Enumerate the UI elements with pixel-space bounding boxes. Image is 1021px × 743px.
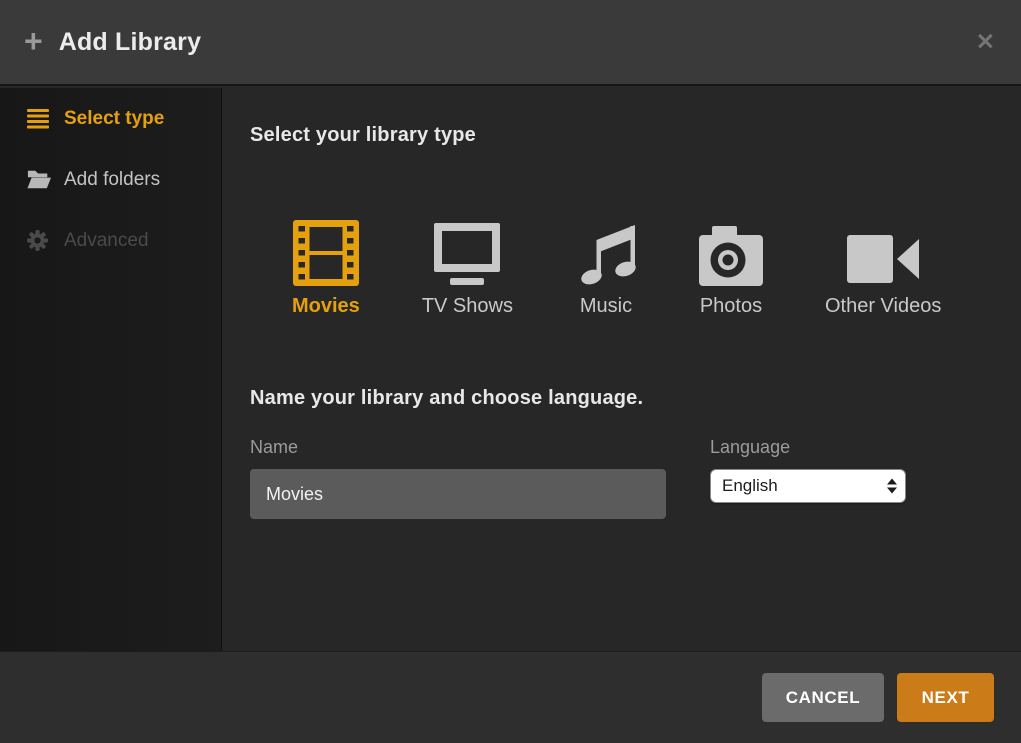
- dialog-footer: CANCEL NEXT: [0, 651, 1021, 743]
- library-type-other-videos[interactable]: Other Videos: [825, 218, 941, 318]
- library-type-movies[interactable]: Movies: [292, 218, 360, 318]
- library-type-music[interactable]: Music: [575, 218, 637, 318]
- cancel-button[interactable]: CANCEL: [762, 673, 884, 722]
- library-type-label: Music: [580, 295, 632, 318]
- library-type-label: Other Videos: [825, 295, 941, 318]
- language-select-wrap: English: [710, 469, 906, 503]
- library-type-photos[interactable]: Photos: [699, 218, 763, 318]
- music-note-icon: [575, 218, 637, 286]
- library-type-label: Photos: [700, 295, 762, 318]
- sidebar-item-add-folders[interactable]: Add folders: [0, 149, 221, 210]
- film-icon: [293, 218, 359, 286]
- library-type-heading: Select your library type: [250, 124, 991, 147]
- fields-row: Name Language English: [250, 437, 991, 519]
- name-language-heading: Name your library and choose language.: [250, 387, 991, 410]
- language-select[interactable]: English: [710, 469, 906, 503]
- library-type-tv-shows[interactable]: TV Shows: [422, 218, 513, 318]
- library-type-label: TV Shows: [422, 295, 513, 318]
- sidebar-item-label: Advanced: [64, 230, 149, 252]
- language-field-group: Language English: [710, 437, 906, 519]
- sidebar-item-select-type[interactable]: Select type: [0, 88, 221, 149]
- dialog-header: + Add Library ✕: [0, 0, 1021, 86]
- video-camera-icon: [847, 218, 919, 286]
- plus-icon: +: [24, 25, 43, 57]
- next-button[interactable]: NEXT: [897, 673, 994, 722]
- main-content: Select your library type: [222, 88, 1021, 651]
- dialog-title: Add Library: [59, 28, 202, 57]
- tv-icon: [431, 218, 503, 286]
- folder-icon: [27, 169, 51, 191]
- library-type-row: Movies TV Shows: [292, 218, 991, 318]
- list-icon: [27, 108, 51, 130]
- sidebar-item-label: Select type: [64, 108, 164, 130]
- sidebar-item-label: Add folders: [64, 169, 160, 191]
- library-type-label: Movies: [292, 295, 360, 318]
- language-label: Language: [710, 437, 906, 458]
- name-input[interactable]: [250, 469, 666, 519]
- gear-icon: [27, 230, 51, 252]
- sidebar: Select type Add folders: [0, 88, 222, 651]
- name-field-group: Name: [250, 437, 666, 519]
- sidebar-item-advanced: Advanced: [0, 210, 221, 271]
- name-label: Name: [250, 437, 666, 458]
- camera-icon: [699, 218, 763, 286]
- close-icon[interactable]: ✕: [976, 31, 995, 54]
